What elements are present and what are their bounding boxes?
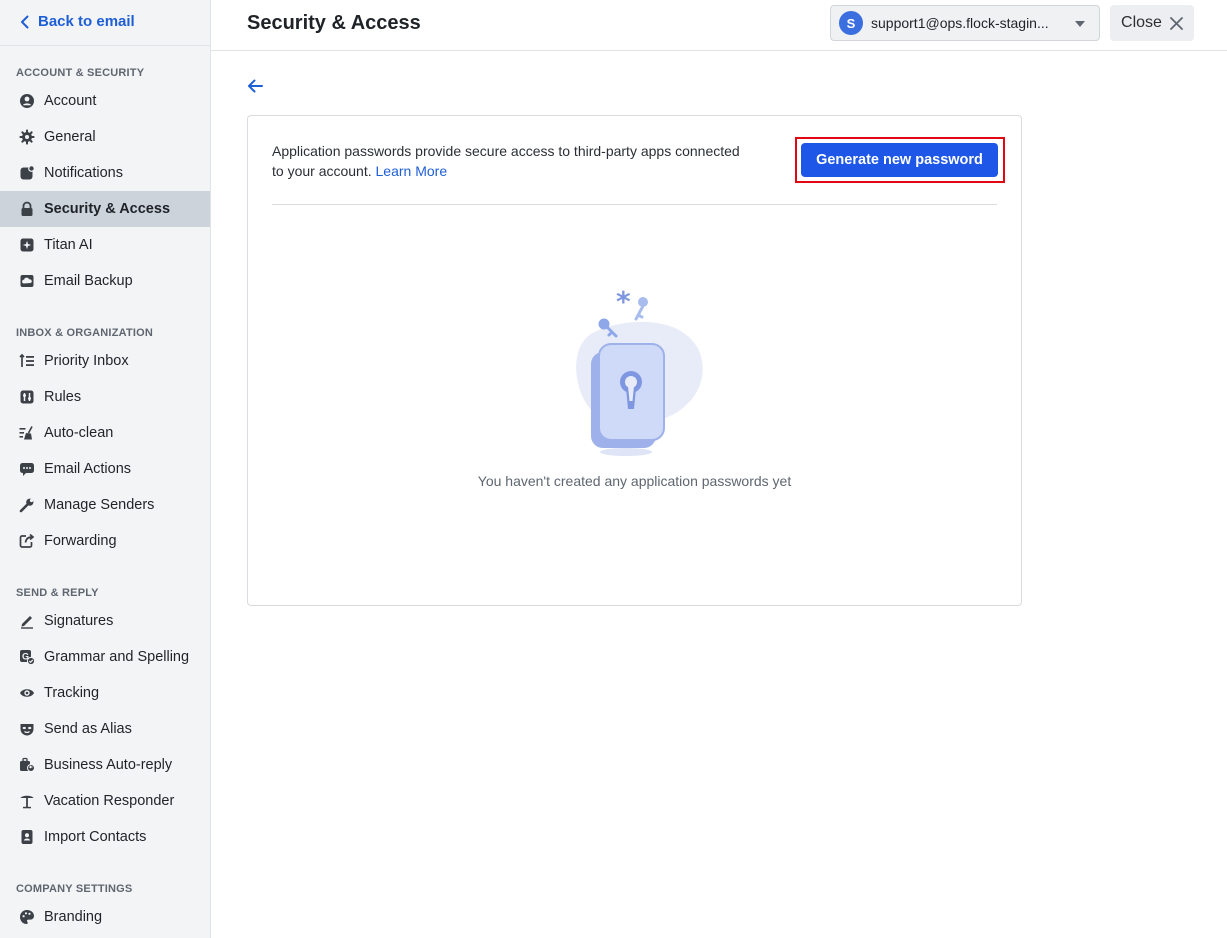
section-title-company-settings: COMPANY SETTINGS <box>16 883 133 895</box>
contact-book-icon <box>18 828 36 846</box>
sidebar-item-label: Auto-clean <box>44 425 114 441</box>
sidebar-item-tracking[interactable]: Tracking <box>0 675 210 711</box>
sidebar-item-label: Branding <box>44 909 103 925</box>
sidebar-item-rules[interactable]: Rules <box>0 379 210 415</box>
section-title-account-security: ACCOUNT & SECURITY <box>16 67 145 79</box>
forward-icon <box>18 532 36 550</box>
sidebar-item-vacation-responder[interactable]: Vacation Responder <box>0 783 210 819</box>
section-title-send-reply: SEND & REPLY <box>16 587 99 599</box>
sidebar-item-label: Business Auto-reply <box>44 757 173 773</box>
wrench-icon <box>18 496 36 514</box>
description-text: Application passwords provide secure acc… <box>272 143 740 179</box>
notification-icon <box>18 164 36 182</box>
sidebar-item-label: Email Actions <box>44 461 132 477</box>
sidebar-item-titan-ai[interactable]: Titan AI <box>0 227 210 263</box>
back-to-email-link[interactable]: Back to email <box>18 13 135 30</box>
close-button[interactable]: Close <box>1110 5 1194 41</box>
auto-reply-icon <box>18 756 36 774</box>
sidebar-item-label: Rules <box>44 389 82 405</box>
sidebar-item-auto-clean[interactable]: Auto-clean <box>0 415 210 451</box>
avatar: S <box>839 11 863 35</box>
sidebar-item-grammar-spelling[interactable]: G Grammar and Spelling <box>0 639 210 675</box>
sidebar-item-send-as-alias[interactable]: Send as Alias <box>0 711 210 747</box>
back-arrow-icon[interactable] <box>245 76 265 96</box>
sidebar-item-label: Security & Access <box>44 201 171 217</box>
palm-tree-icon <box>18 792 36 810</box>
sidebar-item-label: Email Backup <box>44 273 133 289</box>
sidebar-item-label: Forwarding <box>44 533 117 549</box>
empty-state-message: You haven't created any application pass… <box>477 473 792 489</box>
sidebar-item-import-contacts[interactable]: Import Contacts <box>0 819 210 855</box>
close-label: Close <box>1121 14 1162 31</box>
sidebar-item-security-access[interactable]: Security & Access <box>0 191 210 227</box>
account-selector[interactable]: S support1@ops.flock-stagin... <box>830 5 1100 41</box>
app-passwords-description: Application passwords provide secure acc… <box>272 141 742 181</box>
learn-more-link[interactable]: Learn More <box>376 163 448 179</box>
settings-sidebar: Back to email ACCOUNT & SECURITY Account… <box>0 0 211 938</box>
sidebar-item-forwarding[interactable]: Forwarding <box>0 523 210 559</box>
palette-icon <box>18 908 36 926</box>
cloud-backup-icon <box>18 272 36 290</box>
sidebar-item-priority-inbox[interactable]: Priority Inbox <box>0 343 210 379</box>
sidebar-item-general[interactable]: General <box>0 119 210 155</box>
gear-icon <box>18 128 36 146</box>
sidebar-item-label: Import Contacts <box>44 829 147 845</box>
svg-text:*: * <box>616 285 631 318</box>
lock-icon <box>18 200 36 218</box>
empty-state-illustration: * <box>563 284 708 459</box>
priority-list-icon <box>18 352 36 370</box>
generate-password-button[interactable]: Generate new password <box>801 143 998 177</box>
keyhole-lock-illustration: * <box>576 285 703 456</box>
close-icon <box>1170 16 1183 30</box>
sidebar-item-manage-senders[interactable]: Manage Senders <box>0 487 210 523</box>
sidebar-item-label: Vacation Responder <box>44 793 175 809</box>
eye-icon <box>18 684 36 702</box>
sidebar-item-email-actions[interactable]: Email Actions <box>0 451 210 487</box>
sidebar-item-business-auto-reply[interactable]: Business Auto-reply <box>0 747 210 783</box>
sidebar-item-notifications[interactable]: Notifications <box>0 155 210 191</box>
chat-dots-icon <box>18 460 36 478</box>
sidebar-item-label: Titan AI <box>44 237 93 253</box>
sidebar-item-account[interactable]: Account <box>0 83 210 119</box>
sidebar-divider <box>0 45 210 46</box>
sparkle-icon <box>18 236 36 254</box>
sidebar-item-branding[interactable]: Branding <box>0 899 210 935</box>
sidebar-item-label: Signatures <box>44 613 114 629</box>
sidebar-item-label: Priority Inbox <box>44 353 129 369</box>
section-title-inbox-organization: INBOX & ORGANIZATION <box>16 327 154 339</box>
user-circle-icon <box>18 92 36 110</box>
pen-icon <box>18 612 36 630</box>
back-to-email-label: Back to email <box>38 13 135 30</box>
sidebar-item-label: Notifications <box>44 165 123 181</box>
caret-down-icon <box>1075 21 1085 27</box>
sidebar-item-email-backup[interactable]: Email Backup <box>0 263 210 299</box>
mask-icon <box>18 720 36 738</box>
broom-icon <box>18 424 36 442</box>
sidebar-item-label: General <box>44 129 96 145</box>
account-email: support1@ops.flock-stagin... <box>871 15 1049 31</box>
sidebar-item-label: Manage Senders <box>44 497 155 513</box>
rules-icon <box>18 388 36 406</box>
sidebar-item-label: Grammar and Spelling <box>44 649 190 665</box>
sidebar-item-signatures[interactable]: Signatures <box>0 603 210 639</box>
sidebar-item-label: Tracking <box>44 685 100 701</box>
sidebar-item-label: Send as Alias <box>44 721 132 737</box>
card-divider <box>272 204 997 205</box>
page-header: Security & Access S support1@ops.flock-s… <box>211 0 1227 51</box>
page-title: Security & Access <box>247 12 421 34</box>
sidebar-item-label: Account <box>44 93 97 109</box>
app-passwords-card: Application passwords provide secure acc… <box>247 115 1022 606</box>
chevron-left-icon <box>21 15 29 28</box>
grammar-icon: G <box>18 648 36 666</box>
